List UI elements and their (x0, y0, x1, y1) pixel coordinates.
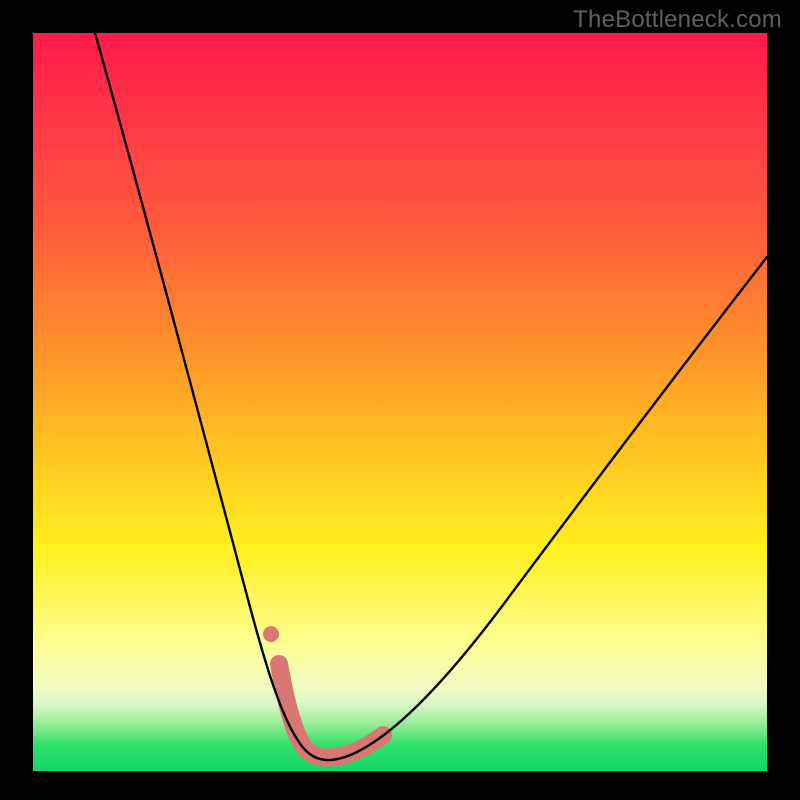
curve-svg (33, 33, 767, 771)
plot-area (33, 33, 767, 771)
bottleneck-curve (95, 33, 767, 760)
chart-frame: TheBottleneck.com (0, 0, 800, 800)
highlight-band (279, 664, 383, 758)
highlight-marker (263, 626, 279, 642)
watermark-text: TheBottleneck.com (573, 6, 782, 34)
